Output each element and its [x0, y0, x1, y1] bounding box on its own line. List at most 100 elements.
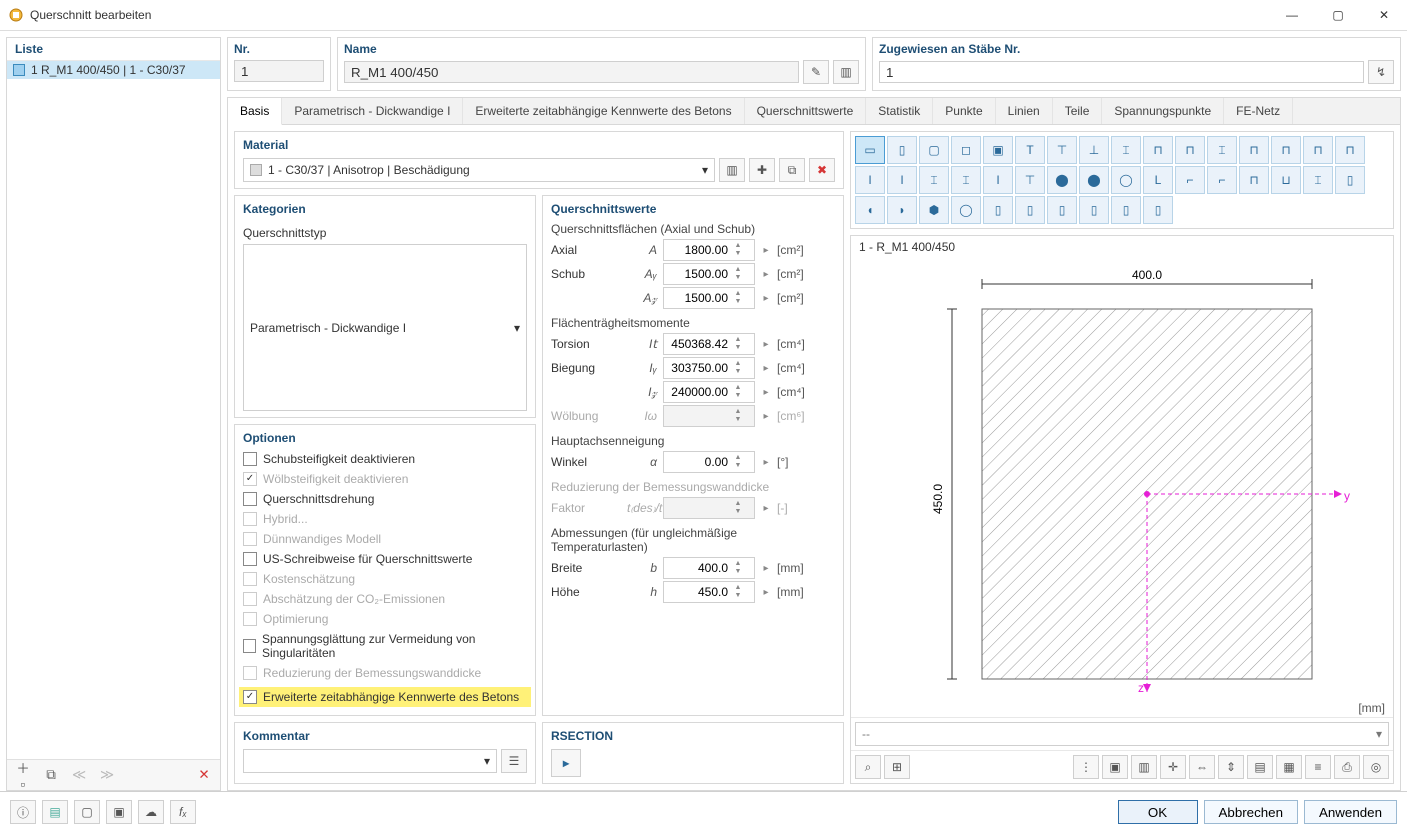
pv-tool-button[interactable]: ▥ [1131, 755, 1157, 779]
assign-input[interactable] [879, 61, 1364, 83]
chevron-right-icon[interactable]: ▸ [761, 339, 771, 350]
checkbox[interactable] [243, 452, 257, 466]
checkbox[interactable] [243, 552, 257, 566]
spin-down-icon[interactable]: ▼ [732, 568, 744, 576]
shape-button[interactable]: ⊓ [1175, 136, 1205, 164]
tab-parametrisch-dickwandige-i[interactable]: Parametrisch - Dickwandige I [282, 98, 463, 124]
option-row[interactable]: Erweiterte zeitabhängige Kennwerte des B… [239, 687, 531, 707]
chevron-right-icon[interactable]: ▸ [761, 457, 771, 468]
shape-button[interactable]: ⌶ [1207, 136, 1237, 164]
shape-button[interactable]: T [1015, 136, 1045, 164]
shape-button[interactable]: ⌶ [919, 166, 949, 194]
pv-tool-button[interactable]: ✛ [1160, 755, 1186, 779]
shape-button[interactable]: ▯ [1335, 166, 1365, 194]
chevron-right-icon[interactable]: ▸ [761, 269, 771, 280]
apply-button[interactable]: Anwenden [1304, 800, 1397, 824]
tab-linien[interactable]: Linien [996, 98, 1053, 124]
spin-up-icon[interactable]: ▲ [732, 290, 744, 298]
pv-tool-button[interactable]: ⇔ [1189, 755, 1215, 779]
shape-button[interactable]: ⌶ [951, 166, 981, 194]
shape-button[interactable]: ◯ [951, 196, 981, 224]
comment-edit-button[interactable]: ☰ [501, 749, 527, 773]
spin-up-icon[interactable]: ▲ [732, 584, 744, 592]
edit-name-button[interactable]: ✎ [803, 60, 829, 84]
checkbox[interactable] [243, 690, 257, 704]
shape-button[interactable]: ⊓ [1143, 136, 1173, 164]
value-input[interactable]: ▲▼ [663, 581, 755, 603]
material-select[interactable]: 1 - C30/37 | Anisotrop | Beschädigung ▾ [243, 158, 715, 182]
list-prev-button[interactable]: ≪ [67, 764, 91, 786]
pv-tool-button[interactable]: ≡ [1305, 755, 1331, 779]
chevron-right-icon[interactable]: ▸ [761, 387, 771, 398]
chevron-right-icon[interactable]: ▸ [761, 245, 771, 256]
option-row[interactable]: Spannungsglättung zur Vermeidung von Sin… [243, 631, 527, 661]
value-input[interactable]: ▲▼ [663, 287, 755, 309]
value-input[interactable]: ▲▼ [663, 451, 755, 473]
comment-input[interactable]: ▾ [243, 749, 497, 773]
shape-button[interactable]: ⊔ [1271, 166, 1301, 194]
pv-tool-button[interactable]: ⊞ [884, 755, 910, 779]
option-row[interactable]: US-Schreibweise für Querschnittswerte [243, 551, 527, 567]
tab-basis[interactable]: Basis [228, 98, 282, 125]
option-row[interactable]: Schubsteifigkeit deaktivieren [243, 451, 527, 467]
checkbox[interactable] [243, 492, 257, 506]
tab-erweiterte-zeitabh-ngige-kennwerte-des-betons[interactable]: Erweiterte zeitabhängige Kennwerte des B… [463, 98, 744, 124]
list-duplicate-button[interactable]: ⧉ [39, 764, 63, 786]
list-item[interactable]: 1 R_M1 400/450 | 1 - C30/37 [7, 61, 220, 79]
spin-down-icon[interactable]: ▼ [732, 274, 744, 282]
shape-button[interactable]: ▭ [855, 136, 885, 164]
shape-button[interactable]: ▯ [887, 136, 917, 164]
spin-up-icon[interactable]: ▲ [732, 454, 744, 462]
shape-button[interactable]: ▢ [919, 136, 949, 164]
shape-button[interactable]: ⊓ [1239, 166, 1269, 194]
pick-members-button[interactable]: ↯ [1368, 60, 1394, 84]
tab-querschnittswerte[interactable]: Querschnittswerte [745, 98, 867, 124]
status-tool-button[interactable]: ▣ [106, 800, 132, 824]
shape-button[interactable]: ⊤ [1047, 136, 1077, 164]
spin-down-icon[interactable]: ▼ [732, 392, 744, 400]
cancel-button[interactable]: Abbrechen [1204, 800, 1298, 824]
pv-tool-button[interactable]: ▣ [1102, 755, 1128, 779]
shape-button[interactable]: ⊓ [1303, 136, 1333, 164]
material-duplicate-button[interactable]: ⧉ [779, 158, 805, 182]
value-input[interactable]: ▲▼ [663, 239, 755, 261]
shape-button[interactable]: I [983, 166, 1013, 194]
shape-button[interactable]: ◗ [887, 196, 917, 224]
minimize-button[interactable]: — [1269, 0, 1315, 30]
shape-button[interactable]: ▯ [1015, 196, 1045, 224]
material-library-button[interactable]: ▥ [719, 158, 745, 182]
shape-button[interactable]: ⊓ [1239, 136, 1269, 164]
material-delete-button[interactable]: ✖ [809, 158, 835, 182]
shape-button[interactable]: ⬢ [919, 196, 949, 224]
querschnittstyp-select[interactable]: Parametrisch - Dickwandige I ▾ [243, 244, 527, 411]
shape-button[interactable]: ⌶ [1111, 136, 1141, 164]
shape-button[interactable]: ⬤ [1079, 166, 1109, 194]
shape-button[interactable]: ▯ [983, 196, 1013, 224]
shape-button[interactable]: ⊓ [1271, 136, 1301, 164]
option-row[interactable]: Querschnittsdrehung [243, 491, 527, 507]
tab-punkte[interactable]: Punkte [933, 98, 995, 124]
rsection-button[interactable]: ▸ [551, 749, 581, 777]
pv-tool-button[interactable]: ⇕ [1218, 755, 1244, 779]
value-input[interactable]: ▲▼ [663, 557, 755, 579]
chevron-right-icon[interactable]: ▸ [761, 363, 771, 374]
shape-button[interactable]: ⌶ [1303, 166, 1333, 194]
tab-spannungspunkte[interactable]: Spannungspunkte [1102, 98, 1224, 124]
shape-button[interactable]: I [887, 166, 917, 194]
value-input[interactable]: ▲▼ [663, 263, 755, 285]
spin-up-icon[interactable]: ▲ [732, 560, 744, 568]
spin-up-icon[interactable]: ▲ [732, 384, 744, 392]
list-new-button[interactable]: ＋▫ [11, 764, 35, 786]
ok-button[interactable]: OK [1118, 800, 1198, 824]
shape-button[interactable]: ⊥ [1079, 136, 1109, 164]
chevron-right-icon[interactable]: ▸ [761, 563, 771, 574]
preview-mode-select[interactable]: -- ▾ [855, 722, 1389, 746]
shape-button[interactable]: ▯ [1079, 196, 1109, 224]
pv-reset-button[interactable]: ◎ [1363, 755, 1389, 779]
status-tool-button[interactable]: ⓘ [10, 800, 36, 824]
pv-tool-button[interactable]: ⌕ [855, 755, 881, 779]
checkbox[interactable] [243, 639, 256, 653]
shape-button[interactable]: ▯ [1143, 196, 1173, 224]
close-button[interactable]: ✕ [1361, 0, 1407, 30]
spin-down-icon[interactable]: ▼ [732, 592, 744, 600]
